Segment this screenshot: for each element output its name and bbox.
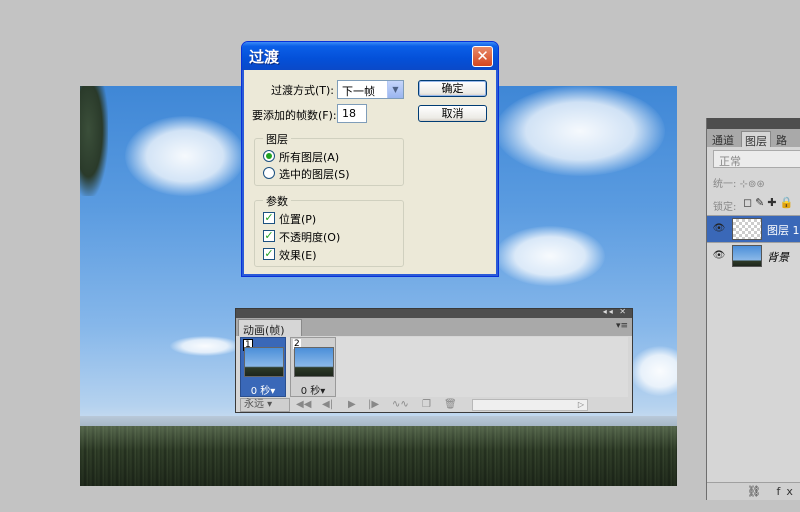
unify-label: 统一: ⊹⊚⊛ — [713, 175, 765, 190]
cloud — [125, 116, 245, 196]
radio-all-layers[interactable] — [263, 150, 275, 162]
frames-strip: 1 0 秒▾ 2 0 秒▾ — [240, 337, 628, 397]
checkbox-opacity-label[interactable]: 不透明度(O) — [279, 229, 340, 245]
panel-titlebar[interactable] — [707, 118, 800, 129]
frame-thumbnail — [244, 347, 284, 377]
panel-collapse-icon[interactable]: ◂◂ ✕ — [603, 307, 628, 316]
cloud — [170, 336, 240, 356]
lock-icons[interactable]: ◻✎✚🔒 — [743, 196, 796, 209]
layers-group-title: 图层 — [263, 131, 291, 147]
panel-menu-icon[interactable]: ▾≡ — [616, 321, 628, 331]
delete-frame-icon[interactable]: 🗑 — [444, 398, 457, 412]
layers-panel: 通道 图层 路径 正常 统一: ⊹⊚⊛ 锁定: ◻✎✚🔒 👁 图层 1 👁 背景… — [706, 118, 800, 500]
cloud — [630, 346, 677, 396]
frame-thumbnail — [294, 347, 334, 377]
dialog-titlebar[interactable]: 过渡 ✕ — [242, 42, 498, 70]
frame-delay[interactable]: 0 秒▾ — [291, 382, 335, 397]
chevron-down-icon[interactable]: ▼ — [387, 81, 403, 98]
radio-selected-layers[interactable] — [263, 167, 275, 179]
corn-field — [80, 426, 677, 486]
transition-value: 下一帧 — [342, 85, 375, 98]
checkbox-opacity[interactable]: ✓ — [263, 230, 275, 242]
next-frame-icon[interactable]: |▶ — [368, 398, 379, 412]
frame-1[interactable]: 1 0 秒▾ — [240, 337, 286, 397]
tab-animation-frames[interactable]: 动画(帧) — [238, 319, 302, 337]
animation-panel: ◂◂ ✕ 动画(帧) ▾≡ 1 0 秒▾ 2 0 秒▾ 永远 ▾ ◀◀ ◀| ▶… — [235, 307, 633, 413]
cancel-button[interactable]: 取消 — [418, 105, 487, 122]
tab-paths[interactable]: 路径 — [773, 131, 800, 163]
eye-icon[interactable]: 👁 — [711, 223, 727, 235]
params-group-title: 参数 — [263, 193, 291, 209]
play-icon[interactable]: ▶ — [348, 398, 356, 412]
panel-titlebar[interactable]: ◂◂ ✕ — [236, 307, 632, 318]
layer-row[interactable]: 👁 图层 1 — [707, 215, 800, 242]
scroll-right-icon[interactable]: ▷ — [575, 400, 587, 410]
lock-label: 锁定: — [713, 202, 737, 213]
layer-thumbnail — [732, 245, 762, 267]
transition-label: 过渡方式(T): — [271, 84, 335, 97]
layer-row[interactable]: 👁 背景 — [707, 242, 800, 269]
layers-toolbar: ⛓ fx — [707, 482, 800, 500]
eye-icon[interactable]: 👁 — [711, 250, 727, 262]
layer-name[interactable]: 图层 1 — [767, 222, 800, 238]
checkbox-position[interactable]: ✓ — [263, 212, 275, 224]
frames-scrollbar[interactable]: ▷ — [472, 399, 588, 411]
checkbox-effects-label[interactable]: 效果(E) — [279, 247, 317, 263]
cloud — [495, 86, 665, 176]
new-frame-icon[interactable]: ❐ — [422, 398, 431, 412]
cloud — [495, 226, 605, 286]
prev-frame-icon[interactable]: ◀| — [322, 398, 333, 412]
tab-layers[interactable]: 图层 — [741, 131, 771, 148]
panel-tabbar: 动画(帧) ▾≡ — [236, 318, 632, 337]
tween-icon[interactable]: ∿∿ — [392, 398, 409, 412]
transition-select[interactable]: 下一帧 ▼ — [337, 80, 404, 99]
frame-2[interactable]: 2 0 秒▾ — [290, 337, 336, 397]
tween-dialog: 过渡 ✕ 过渡方式(T): 下一帧 ▼ 要添加的帧数(F): 18 确定 取消 … — [241, 41, 499, 277]
loop-select[interactable]: 永远 ▾ — [240, 398, 290, 412]
frames-input[interactable]: 18 — [337, 104, 367, 123]
radio-all-layers-label[interactable]: 所有图层(A) — [279, 149, 339, 165]
layers-group: 图层 所有图层(A) 选中的图层(S) — [254, 131, 404, 186]
layer-name[interactable]: 背景 — [767, 249, 789, 265]
first-frame-icon[interactable]: ◀◀ — [296, 398, 311, 412]
checkbox-effects[interactable]: ✓ — [263, 248, 275, 260]
unify-icons[interactable]: ⊹⊚⊛ — [740, 179, 765, 190]
ok-button[interactable]: 确定 — [418, 80, 487, 97]
layer-thumbnail — [732, 218, 762, 240]
link-fx-icons[interactable]: ⛓ fx — [747, 485, 799, 498]
frames-label: 要添加的帧数(F): — [252, 109, 337, 122]
unify-text: 统一: — [713, 179, 737, 190]
blend-mode-select[interactable]: 正常 — [713, 150, 800, 168]
panel-tabbar: 通道 图层 路径 — [707, 129, 800, 163]
tab-channels[interactable]: 通道 — [709, 131, 737, 147]
close-icon[interactable]: ✕ — [472, 46, 493, 67]
params-group: 参数 ✓ 位置(P) ✓ 不透明度(O) ✓ 效果(E) — [254, 193, 404, 267]
frame-delay[interactable]: 0 秒▾ — [241, 382, 285, 397]
radio-selected-layers-label[interactable]: 选中的图层(S) — [279, 166, 350, 182]
dialog-title: 过渡 — [249, 48, 280, 66]
dialog-body: 过渡方式(T): 下一帧 ▼ 要添加的帧数(F): 18 确定 取消 图层 所有… — [246, 70, 494, 272]
checkbox-position-label[interactable]: 位置(P) — [279, 211, 316, 227]
tree — [80, 86, 108, 196]
animation-controls: 永远 ▾ ◀◀ ◀| ▶ |▶ ∿∿ ❐ 🗑 ▷ — [240, 398, 628, 412]
